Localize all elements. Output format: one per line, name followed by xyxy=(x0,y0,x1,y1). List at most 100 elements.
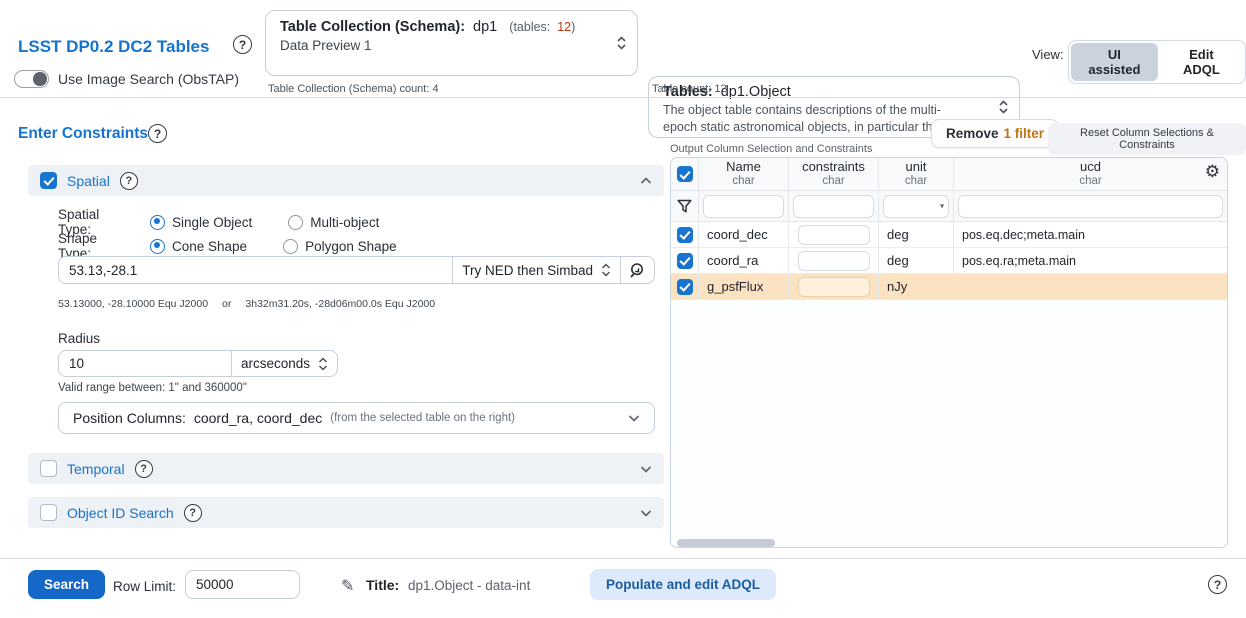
constraints-filter-input[interactable] xyxy=(793,195,874,218)
remove-filter-count: 1 filter xyxy=(1004,126,1045,141)
coordinates-combo: Try NED then Simbad xyxy=(58,256,655,284)
cell-ucd: pos.eq.dec;meta.main xyxy=(954,222,1227,247)
spatial-help-icon[interactable]: ? xyxy=(120,172,138,190)
position-columns-expander[interactable]: Position Columns: coord_ra, coord_dec (f… xyxy=(58,402,655,434)
cell-unit: nJy xyxy=(879,274,954,299)
constraint-input[interactable] xyxy=(798,251,870,271)
coordinate-feedback-sexagesimal: 3h32m31.20s, -28d06m00.0s Equ J2000 xyxy=(245,298,435,310)
radio-option-multi-object[interactable]: Multi-object xyxy=(288,215,379,230)
constraints-help-icon[interactable]: ? xyxy=(148,124,167,143)
row-checkbox[interactable] xyxy=(677,253,693,269)
object-id-checkbox[interactable] xyxy=(40,504,57,521)
footer-help-icon[interactable]: ? xyxy=(1208,575,1227,594)
schema-dropdown-line1: Table Collection (Schema):dp1 (tables: 1… xyxy=(280,19,607,35)
constraint-input[interactable] xyxy=(798,225,870,245)
object-id-help-icon[interactable]: ? xyxy=(184,504,202,522)
coordinate-feedback-decimal: 53.13000, -28.10000 Equ J2000 xyxy=(58,298,208,310)
chevron-down-icon[interactable] xyxy=(640,504,652,522)
spatial-section-header[interactable]: Spatial ? xyxy=(28,165,664,196)
cell-name: coord_ra xyxy=(699,248,789,273)
position-columns-label: Position Columns: xyxy=(73,410,186,426)
title-label: Title: xyxy=(366,577,399,593)
resolve-search-icon[interactable] xyxy=(620,257,654,283)
schema-tables-note: (tables: 12) xyxy=(509,20,575,34)
edit-title-pencil-icon[interactable]: ✎ xyxy=(341,576,354,596)
chevron-updown-icon xyxy=(616,35,627,51)
radio-option-cone-shape[interactable]: Cone Shape xyxy=(150,239,247,254)
ucd-filter-input[interactable] xyxy=(958,195,1223,218)
table-row[interactable]: g_psfFluxnJy xyxy=(671,274,1227,300)
table-row[interactable]: coord_decdegpos.eq.dec;meta.main xyxy=(671,222,1227,248)
table-row[interactable]: coord_radegpos.eq.ra;meta.main xyxy=(671,248,1227,274)
schema-selected: Data Preview 1 xyxy=(280,38,607,53)
resolver-select[interactable]: Try NED then Simbad xyxy=(452,257,620,283)
remove-filter-button[interactable]: Remove 1 filter xyxy=(931,119,1059,148)
schema-tables-count: 12 xyxy=(557,20,571,34)
remove-filter-prefix: Remove xyxy=(946,126,999,141)
spatial-checkbox[interactable] xyxy=(40,172,57,189)
cell-ucd: pos.eq.ra;meta.main xyxy=(954,248,1227,273)
chevron-up-icon[interactable] xyxy=(640,172,652,190)
tap-search-panel: LSST DP0.2 DC2 Tables ? Use Image Search… xyxy=(0,0,1246,618)
view-toggle: UI assistedEdit ADQL xyxy=(1068,40,1246,84)
page-help-icon[interactable]: ? xyxy=(233,35,252,54)
funnel-icon xyxy=(677,199,692,214)
header-name[interactable]: Namechar xyxy=(699,158,789,190)
chevron-updown-icon xyxy=(318,357,328,371)
horizontal-scrollbar-thumb[interactable] xyxy=(677,539,775,547)
radius-input[interactable] xyxy=(59,351,231,376)
object-id-section-header[interactable]: Object ID Search ? xyxy=(28,497,664,528)
chevron-down-icon[interactable] xyxy=(640,460,652,478)
position-columns-value: coord_ra, coord_dec xyxy=(194,410,322,426)
temporal-help-icon[interactable]: ? xyxy=(135,460,153,478)
temporal-section-header[interactable]: Temporal ? xyxy=(28,453,664,484)
caret-down-icon[interactable]: ▾ xyxy=(940,202,944,211)
name-filter-input[interactable] xyxy=(703,195,784,218)
header-constraints[interactable]: constraintschar xyxy=(789,158,879,190)
row-checkbox[interactable] xyxy=(677,279,693,295)
header-unit[interactable]: unitchar xyxy=(879,158,954,190)
image-search-toggle[interactable] xyxy=(14,70,49,88)
radius-label: Radius xyxy=(58,331,100,346)
resolver-value: Try NED then Simbad xyxy=(462,263,593,278)
radio-option-polygon-shape[interactable]: Polygon Shape xyxy=(283,239,397,254)
columns-table: Namechar constraintschar unitchar ucdcha… xyxy=(670,157,1228,548)
temporal-checkbox[interactable] xyxy=(40,460,57,477)
spatial-title: Spatial xyxy=(67,173,110,189)
columns-table-header: Namechar constraintschar unitchar ucdcha… xyxy=(671,158,1227,191)
coordinates-input[interactable] xyxy=(59,257,452,283)
radio-label: Polygon Shape xyxy=(305,239,397,254)
radio-option-single-object[interactable]: Single Object xyxy=(150,215,252,230)
view-option-ui-assisted[interactable]: UI assisted xyxy=(1071,43,1158,81)
position-columns-note: (from the selected table on the right) xyxy=(330,412,515,424)
constraint-input[interactable] xyxy=(798,277,870,297)
radio-icon xyxy=(283,239,298,254)
chevron-updown-icon xyxy=(601,263,611,277)
toggle-knob xyxy=(33,72,47,86)
radius-unit-value: arcseconds xyxy=(241,356,310,371)
page-title: LSST DP0.2 DC2 Tables xyxy=(18,37,209,57)
populate-adql-button[interactable]: Populate and edit ADQL xyxy=(590,569,776,600)
select-all-checkbox[interactable] xyxy=(677,166,693,182)
footer-divider xyxy=(0,558,1246,559)
radio-label: Cone Shape xyxy=(172,239,247,254)
schema-count-note: Table Collection (Schema) count: 4 xyxy=(268,83,439,95)
search-button[interactable]: Search xyxy=(28,570,105,599)
cell-unit: deg xyxy=(879,222,954,247)
chevron-updown-icon xyxy=(998,99,1009,115)
tables-count-note: Table count: 12 xyxy=(652,83,727,95)
header-ucd[interactable]: ucdchar xyxy=(954,158,1227,190)
table-settings-gear-icon[interactable]: ⚙ xyxy=(1205,163,1220,180)
columns-table-body: coord_decdegpos.eq.dec;meta.maincoord_ra… xyxy=(671,222,1227,300)
radio-icon xyxy=(150,239,165,254)
radius-unit-select[interactable]: arcseconds xyxy=(231,351,337,376)
filter-funnel-cell[interactable] xyxy=(671,191,699,221)
row-checkbox[interactable] xyxy=(677,227,693,243)
schema-value: dp1 xyxy=(473,19,497,35)
row-limit-input[interactable] xyxy=(185,570,300,599)
radio-icon xyxy=(288,215,303,230)
schema-dropdown[interactable]: Table Collection (Schema):dp1 (tables: 1… xyxy=(265,10,638,76)
radius-hint: Valid range between: 1" and 360000" xyxy=(58,382,247,394)
reset-columns-button[interactable]: Reset Column Selections & Constraints xyxy=(1048,123,1246,155)
view-option-edit-adql[interactable]: Edit ADQL xyxy=(1160,43,1243,81)
